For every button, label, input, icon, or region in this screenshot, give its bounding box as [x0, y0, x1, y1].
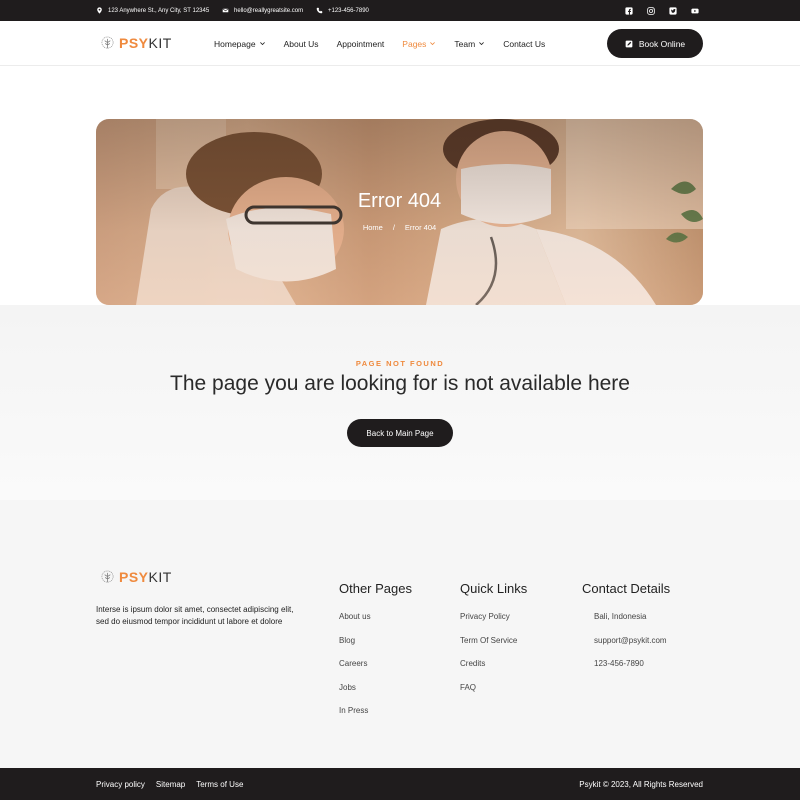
- breadcrumb-home[interactable]: Home: [363, 223, 383, 232]
- tree-logo-icon: [101, 570, 114, 583]
- footer-other-pages: Other Pages About us Blog Careers Jobs I…: [339, 581, 412, 730]
- nav-pages-label: Pages: [402, 38, 427, 49]
- nav-team[interactable]: Team: [454, 39, 485, 49]
- nav-homepage-label: Homepage: [214, 38, 256, 49]
- logo-text-psy: PSY: [119, 569, 149, 585]
- footer-quick-links: Quick Links Privacy Policy Term Of Servi…: [460, 581, 527, 706]
- edit-icon: [625, 40, 633, 47]
- footer-link-credits[interactable]: Credits: [460, 659, 527, 683]
- logo-text-psy: PSY: [119, 35, 149, 51]
- nav-team-label: Team: [454, 38, 476, 49]
- footer-contact-phone[interactable]: 123-456-7890: [582, 659, 670, 683]
- site-logo[interactable]: PSYKIT: [100, 35, 172, 51]
- phone-info: +123-456-7890: [316, 0, 369, 21]
- breadcrumb: Home / Error 404: [96, 223, 703, 232]
- footer: PSYKIT Interse is ipsum dolor sit amet, …: [0, 500, 800, 768]
- bottom-bar: Privacy policy Sitemap Terms of Use Psyk…: [0, 768, 800, 800]
- top-bar: 123 Anywhere St., Any City, ST 12345 hel…: [0, 0, 800, 21]
- breadcrumb-current: Error 404: [404, 223, 437, 232]
- footer-contact-email[interactable]: support@psykit.com: [582, 636, 670, 660]
- email-text[interactable]: hello@reallygreatsite.com: [234, 8, 303, 14]
- footer-other-pages-title: Other Pages: [339, 581, 412, 596]
- nav-pages[interactable]: Pages: [402, 39, 436, 49]
- footer-link-about[interactable]: About us: [339, 612, 412, 636]
- social-links: [625, 0, 699, 21]
- footer-quick-links-title: Quick Links: [460, 581, 528, 596]
- hero-banner: Error 404 Home / Error 404: [96, 119, 703, 305]
- footer-link-privacy[interactable]: Privacy Policy: [460, 612, 527, 636]
- chevron-down-icon: [259, 42, 265, 46]
- twitter-icon[interactable]: [669, 6, 677, 15]
- not-found-section: PAGE NOT FOUND The page you are looking …: [0, 305, 800, 500]
- not-found-headline: The page you are looking for is not avai…: [170, 372, 630, 395]
- phone-text[interactable]: +123-456-7890: [328, 8, 369, 14]
- footer-link-careers[interactable]: Careers: [339, 659, 412, 683]
- copyright-text: Psykit © 2023, All Rights Reserved: [579, 779, 703, 789]
- nav-about-label: About Us: [283, 38, 319, 49]
- email-info: hello@reallygreatsite.com: [222, 0, 303, 21]
- main-header: PSYKIT Homepage About Us Appointment Pag…: [0, 21, 800, 66]
- address-info: 123 Anywhere St., Any City, ST 12345: [96, 0, 209, 21]
- book-online-button[interactable]: Book Online: [607, 29, 703, 58]
- chevron-down-icon: [430, 42, 436, 46]
- nav-about[interactable]: About Us: [284, 39, 319, 49]
- address-text: 123 Anywhere St., Any City, ST 12345: [108, 7, 210, 14]
- footer-link-in-press[interactable]: In Press: [339, 706, 412, 730]
- chevron-down-icon: [479, 42, 485, 46]
- hero-title: Error 404: [357, 190, 442, 212]
- nav-appointment-label: Appointment: [336, 38, 385, 49]
- facebook-icon[interactable]: [625, 6, 633, 15]
- bottom-link-privacy[interactable]: Privacy policy: [96, 780, 145, 789]
- instagram-icon[interactable]: [647, 6, 655, 15]
- bottom-links: Privacy policy Sitemap Terms of Use: [96, 768, 243, 800]
- logo-text-kit: KIT: [148, 35, 172, 51]
- footer-about-text: Interse is ipsum dolor sit amet, consect…: [96, 605, 294, 626]
- not-found-label: PAGE NOT FOUND: [355, 359, 445, 368]
- book-online-label: Book Online: [638, 38, 686, 49]
- tree-logo-icon: [101, 36, 114, 49]
- main-nav: Homepage About Us Appointment Pages Team…: [214, 21, 563, 66]
- nav-contact[interactable]: Contact Us: [503, 39, 545, 49]
- footer-link-terms[interactable]: Term Of Service: [460, 636, 527, 660]
- footer-contact: Contact Details Bali, Indonesia support@…: [582, 581, 670, 683]
- location-pin-icon: [97, 7, 102, 14]
- logo-text-kit: KIT: [148, 569, 172, 585]
- nav-contact-label: Contact Us: [503, 38, 546, 49]
- footer-logo[interactable]: PSYKIT: [100, 569, 172, 585]
- footer-link-blog[interactable]: Blog: [339, 636, 412, 660]
- back-to-main-button[interactable]: Back to Main Page: [347, 419, 453, 447]
- nav-appointment[interactable]: Appointment: [337, 39, 385, 49]
- footer-contact-location: Bali, Indonesia: [594, 612, 647, 621]
- footer-contact-title: Contact Details: [582, 581, 671, 596]
- youtube-icon[interactable]: [691, 7, 699, 15]
- breadcrumb-separator: /: [392, 223, 395, 232]
- mail-icon: [222, 8, 229, 13]
- phone-icon: [316, 7, 323, 14]
- bottom-link-sitemap[interactable]: Sitemap: [156, 780, 185, 789]
- footer-link-jobs[interactable]: Jobs: [339, 683, 412, 707]
- bottom-link-terms[interactable]: Terms of Use: [196, 780, 243, 789]
- footer-link-faq[interactable]: FAQ: [460, 683, 527, 707]
- nav-homepage[interactable]: Homepage: [214, 39, 266, 49]
